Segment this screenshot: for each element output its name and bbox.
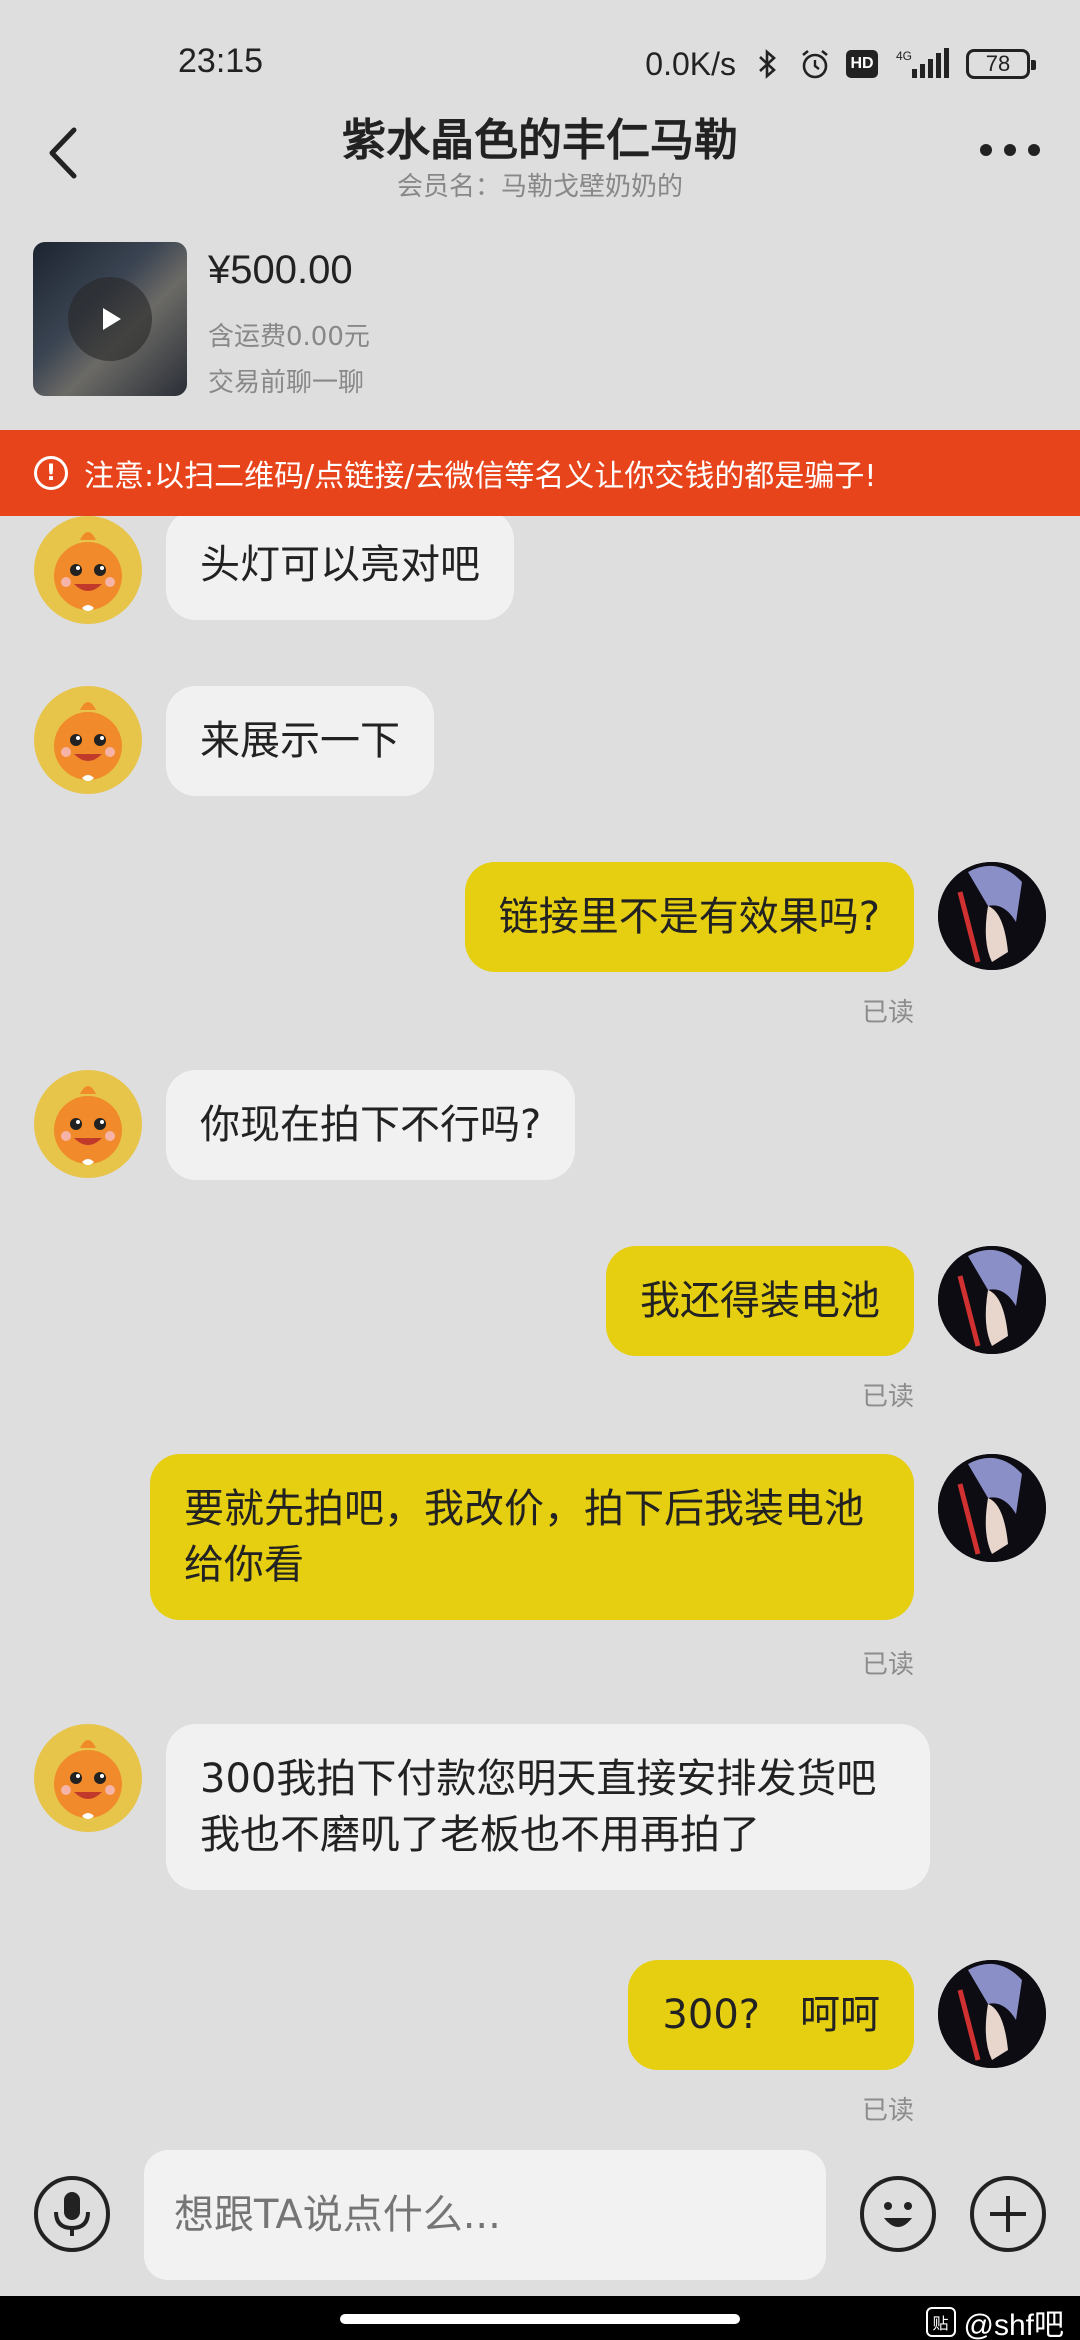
product-thumbnail[interactable]: [33, 242, 187, 396]
my-avatar[interactable]: [938, 862, 1046, 970]
read-status: 已读: [861, 1650, 914, 1680]
message-input[interactable]: [144, 2150, 826, 2280]
composer-bar: [0, 2140, 1080, 2300]
prechat-hint: 交易前聊一聊: [208, 368, 365, 398]
message-bubble-incoming[interactable]: 头灯可以亮对吧: [166, 516, 514, 620]
my-avatar[interactable]: [938, 1960, 1046, 2068]
message-bubble-incoming[interactable]: 来展示一下: [166, 686, 434, 796]
member-name: 会员名：马勒戈壁奶奶的: [396, 172, 683, 202]
chat-header: 紫水晶色的丰仁马勒 会员名：马勒戈壁奶奶的: [0, 90, 1080, 210]
status-icons: 0.0K/s HD 4G 78: [645, 44, 1036, 84]
read-status: 已读: [861, 2096, 914, 2126]
battery-indicator: 78: [966, 49, 1036, 79]
shipping-info: 含运费0.00元: [208, 322, 370, 352]
net-speed: 0.0K/s: [645, 45, 736, 82]
read-status: 已读: [861, 1382, 914, 1412]
more-dots-icon[interactable]: [978, 138, 1042, 162]
product-card[interactable]: ¥500.00 含运费0.00元 交易前聊一聊: [0, 232, 1080, 432]
signal-icon: 4G: [896, 48, 949, 78]
watermark: 贴 @shf吧: [925, 2300, 1064, 2340]
chat-messages[interactable]: 头灯可以亮对吧 来展示一下 链接里不是有效果吗? 已读 你现在拍下不行吗? 我还…: [0, 516, 1080, 2146]
my-avatar[interactable]: [938, 1454, 1046, 1562]
seller-avatar[interactable]: [34, 1724, 142, 1832]
message-bubble-incoming[interactable]: 你现在拍下不行吗?: [166, 1070, 576, 1180]
message-bubble-outgoing[interactable]: 300? 呵呵: [628, 1960, 914, 2070]
page-title: 紫水晶色的丰仁马勒: [342, 115, 738, 166]
message-bubble-outgoing[interactable]: 要就先拍吧，我改价，拍下后我装电池给你看: [150, 1454, 914, 1620]
message-bubble-outgoing[interactable]: 我还得装电池: [606, 1246, 914, 1356]
tieba-logo-icon: 贴: [925, 2307, 956, 2337]
plus-icon[interactable]: [970, 2176, 1046, 2252]
alarm-icon: [802, 49, 828, 79]
message-bubble-outgoing[interactable]: 链接里不是有效果吗?: [464, 862, 914, 972]
exclamation-circle-icon: !: [34, 456, 68, 490]
message-bubble-incoming[interactable]: 300我拍下付款您明天直接安排发货吧我也不磨叽了老板也不用再拍了: [166, 1724, 930, 1890]
status-time: 23:15: [178, 42, 264, 80]
home-indicator[interactable]: [340, 2314, 740, 2324]
seller-avatar[interactable]: [34, 516, 142, 624]
seller-avatar[interactable]: [34, 1070, 142, 1178]
bluetooth-icon: [759, 49, 776, 79]
warning-text: 注意:以扫二维码/点链接/去微信等名义让你交钱的都是骗子!: [84, 459, 877, 494]
hd-icon: HD: [846, 50, 878, 78]
svg-text:4G: 4G: [896, 49, 912, 63]
smiley-icon[interactable]: [860, 2176, 936, 2252]
read-status: 已读: [861, 998, 914, 1028]
seller-avatar[interactable]: [34, 686, 142, 794]
watermark-text: @shf吧: [963, 2309, 1064, 2340]
play-icon[interactable]: [68, 277, 152, 361]
scam-warning-banner: ! 注意:以扫二维码/点链接/去微信等名义让你交钱的都是骗子!: [0, 430, 1080, 516]
microphone-icon[interactable]: [34, 2176, 110, 2252]
my-avatar[interactable]: [938, 1246, 1046, 1354]
product-price: ¥500.00: [208, 248, 353, 292]
